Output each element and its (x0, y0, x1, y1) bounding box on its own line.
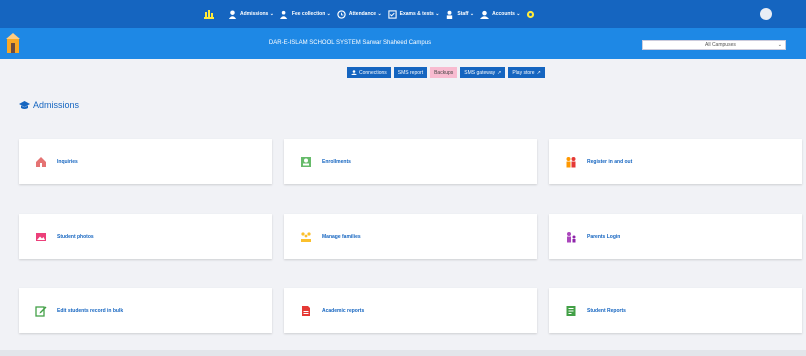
nav-staff-label: Staff ⌄ (457, 11, 475, 17)
sms-gateway-button[interactable]: SMS gateway ↗ (460, 67, 506, 78)
card-student-photos[interactable]: Student photos (19, 214, 272, 259)
sms-gateway-label: SMS gateway (464, 69, 496, 76)
nav-admissions[interactable]: Admissions ⌄ (228, 9, 274, 19)
parent-login-icon (567, 231, 576, 242)
gear-icon[interactable] (526, 10, 535, 19)
enrollment-icon (301, 156, 311, 167)
page-title: Admissions (19, 100, 79, 110)
card-families[interactable]: Manage families (284, 214, 537, 259)
backups-button[interactable]: Backups (430, 67, 458, 78)
graduation-cap-icon (19, 101, 30, 109)
family-icon (301, 231, 311, 242)
play-store-button[interactable]: Play store ↗ (508, 67, 545, 78)
connections-button[interactable]: Connections (347, 67, 391, 78)
nav-exams[interactable]: Exams & tests ⌄ (388, 9, 440, 19)
nav-accounts-label: Accounts ⌄ (492, 11, 521, 17)
card-academic-reports[interactable]: Academic reports (284, 288, 537, 333)
users-icon (279, 10, 288, 19)
photo-icon (36, 232, 46, 241)
external-link-icon: ↗ (536, 69, 541, 76)
card-parents-login[interactable]: Parents Login (549, 214, 802, 259)
nav-fee-collection[interactable]: Fee collection ⌄ (279, 10, 331, 19)
card-academic-reports-label: Academic reports (322, 307, 365, 314)
school-name: DAR-E-ISLAM SCHOOL SYSTEM Sarwar Shaheed… (268, 40, 432, 46)
clock-icon (337, 9, 346, 19)
card-edit-bulk-label: Edit students record in bulk (57, 307, 124, 314)
top-navbar: Admissions ⌄ Fee collection ⌄ Attendance… (0, 0, 806, 28)
card-register[interactable]: Register in and out (549, 139, 802, 184)
nav-admissions-label: Admissions ⌄ (240, 11, 274, 17)
nav-attendance[interactable]: Attendance ⌄ (337, 9, 382, 19)
card-edit-bulk[interactable]: Edit students record in bulk (19, 288, 272, 333)
staff-icon (447, 10, 453, 19)
user-tie-icon (228, 9, 237, 19)
connections-label: Connections (359, 69, 387, 76)
inquiry-house-icon (36, 156, 46, 167)
school-logo-icon (6, 33, 20, 53)
checklist-icon (388, 9, 397, 19)
play-store-label: Play store (512, 69, 535, 76)
card-inquiries[interactable]: Inquiries (19, 139, 272, 184)
users-icon (351, 70, 357, 75)
card-enrollments[interactable]: Enrollments (284, 139, 537, 184)
action-bar: Connections SMS report Backups SMS gatew… (347, 67, 545, 78)
nav-fee-collection-label: Fee collection ⌄ (291, 11, 331, 17)
edit-icon (35, 305, 47, 317)
chevron-down-icon: ⌄ (777, 42, 782, 48)
sms-report-label: SMS report (397, 69, 424, 76)
page-title-text: Admissions (33, 100, 80, 110)
school-header: DAR-E-ISLAM SCHOOL SYSTEM Sarwar Shaheed… (0, 28, 806, 59)
card-inquiries-label: Inquiries (57, 158, 78, 165)
footer-strip (0, 350, 806, 356)
accounts-icon (480, 10, 490, 19)
pdf-report-icon (302, 305, 310, 316)
backups-label: Backups (434, 69, 454, 76)
register-people-icon (566, 156, 576, 167)
card-student-reports-label: Student Reports (587, 307, 626, 314)
analytics-icon[interactable] (204, 9, 214, 19)
nav-accounts[interactable]: Accounts ⌄ (480, 10, 520, 19)
campus-select-value: All Campuses (705, 42, 736, 48)
nav-attendance-label: Attendance ⌄ (348, 11, 382, 17)
card-register-label: Register in and out (587, 158, 633, 165)
card-families-label: Manage families (322, 233, 361, 240)
campus-select[interactable]: All Campuses ⌄ (642, 40, 786, 50)
student-report-icon (566, 305, 576, 316)
nav-staff[interactable]: Staff ⌄ (445, 10, 474, 19)
user-avatar[interactable] (760, 8, 772, 20)
external-link-icon: ↗ (497, 69, 502, 76)
card-student-photos-label: Student photos (57, 233, 94, 240)
card-enrollments-label: Enrollments (322, 158, 351, 165)
card-student-reports[interactable]: Student Reports (549, 288, 802, 333)
sms-report-button[interactable]: SMS report (393, 67, 428, 78)
card-parents-login-label: Parents Login (587, 233, 621, 240)
nav-exams-label: Exams & tests ⌄ (399, 11, 440, 17)
